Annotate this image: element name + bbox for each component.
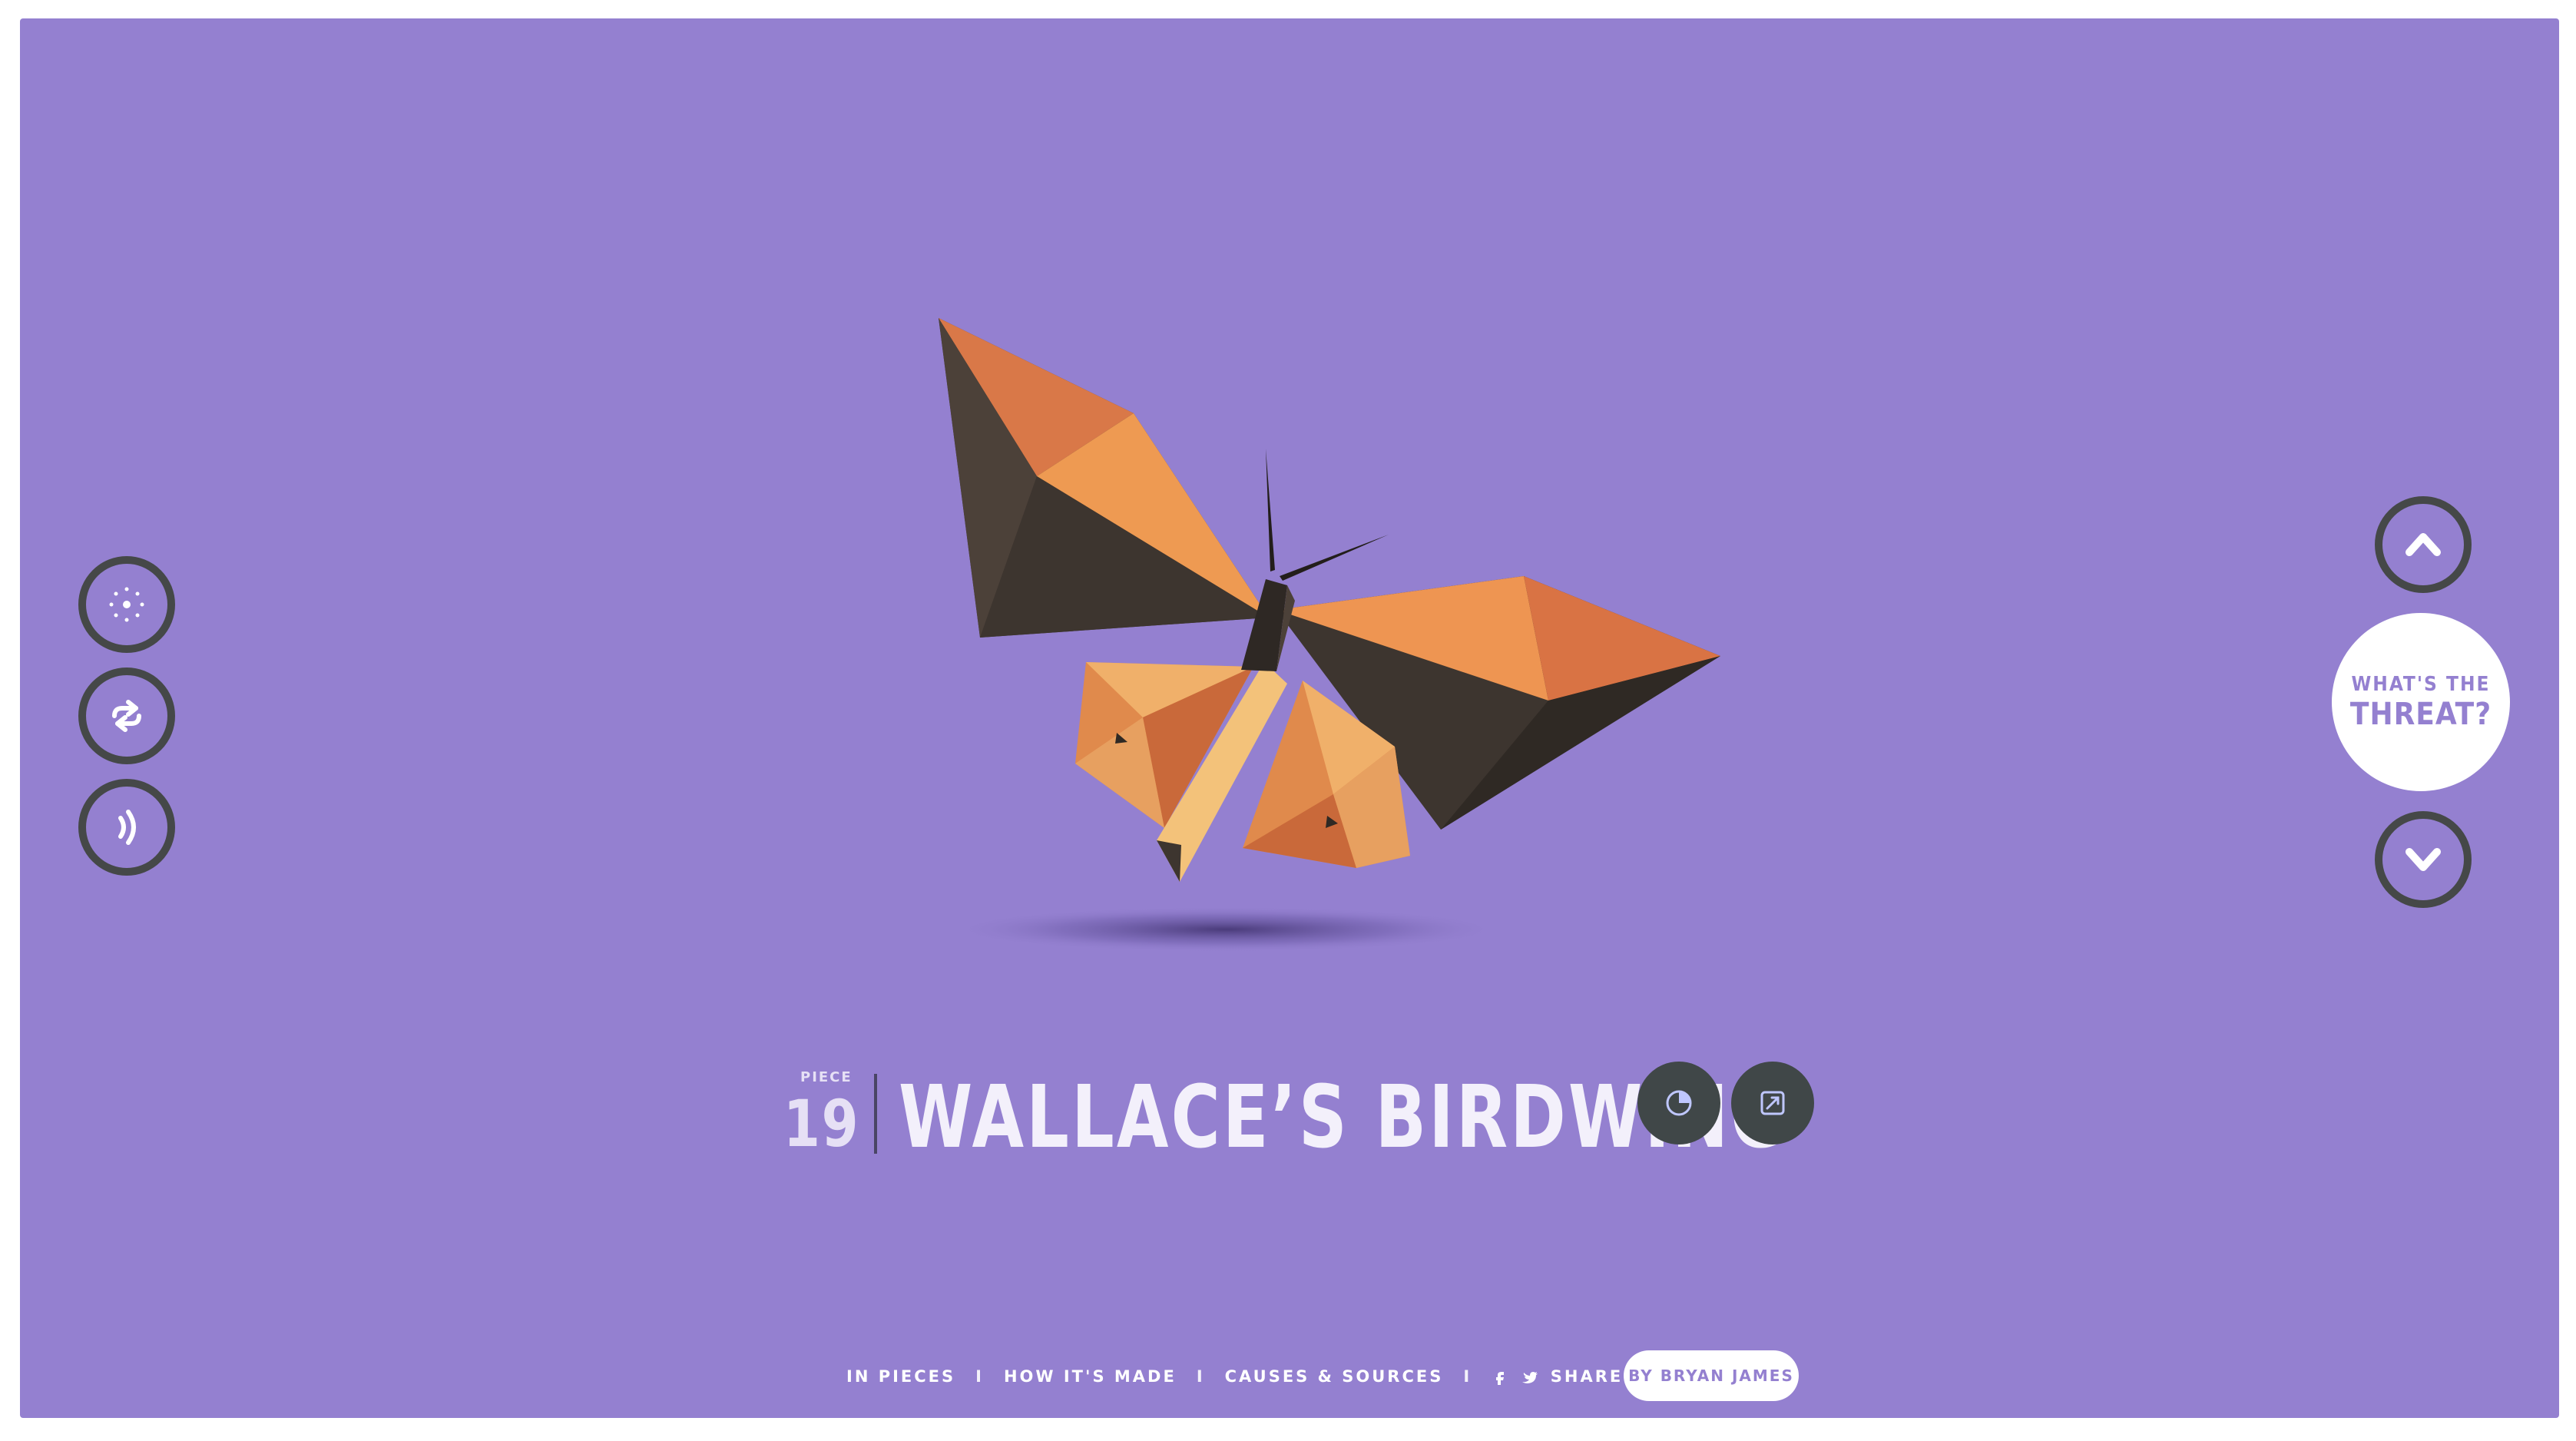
butterfly-illustration (939, 318, 1720, 952)
piece-number: 19 (783, 1086, 860, 1161)
shuffle-arrows-icon (112, 700, 141, 732)
particles-view-button[interactable] (78, 556, 175, 653)
threat-label-top: WHAT'S THE (2351, 673, 2491, 696)
author-credit-label: BY BRYAN JAMES (1628, 1366, 1794, 1385)
statistics-button[interactable] (1637, 1062, 1720, 1145)
next-piece-button[interactable] (2375, 811, 2472, 908)
previous-piece-button[interactable] (2375, 496, 2472, 593)
title-divider (874, 1074, 877, 1154)
footer-separator: I (975, 1367, 984, 1386)
butterfly-shadow (949, 906, 1502, 952)
twitter-icon (1522, 1372, 1538, 1383)
dots-circle-icon (109, 587, 144, 622)
chevron-down-icon (2405, 848, 2441, 871)
chevron-up-icon (2405, 533, 2441, 556)
footer-separator: I (1463, 1367, 1472, 1386)
pie-chart-icon (1666, 1090, 1692, 1116)
threat-label-bottom: THREAT? (2349, 697, 2492, 732)
author-credit-button[interactable]: BY BRYAN JAMES (1624, 1350, 1799, 1401)
footer-separator: I (1196, 1367, 1205, 1386)
footer-link-in-pieces[interactable]: IN PIECES (846, 1367, 955, 1386)
footer-link-causes-sources[interactable]: CAUSES & SOURCES (1225, 1367, 1444, 1386)
whats-the-threat-button[interactable]: WHAT'S THE THREAT? (2332, 613, 2510, 791)
shuffle-button[interactable] (78, 667, 175, 764)
external-link-icon (1760, 1091, 1785, 1115)
footer-link-how-its-made[interactable]: HOW IT'S MADE (1004, 1367, 1177, 1386)
sound-waves-icon (118, 810, 136, 845)
piece-label: PIECE (800, 1069, 853, 1085)
external-link-button[interactable] (1731, 1062, 1814, 1145)
facebook-icon (1496, 1372, 1505, 1385)
sound-toggle-button[interactable] (78, 779, 175, 876)
footer-nav: IN PIECES I HOW IT'S MADE I CAUSES & SOU… (846, 1361, 1740, 1392)
app-canvas: WHAT'S THE THREAT? PIECE 19 WALLACE’S BI… (20, 18, 2559, 1418)
